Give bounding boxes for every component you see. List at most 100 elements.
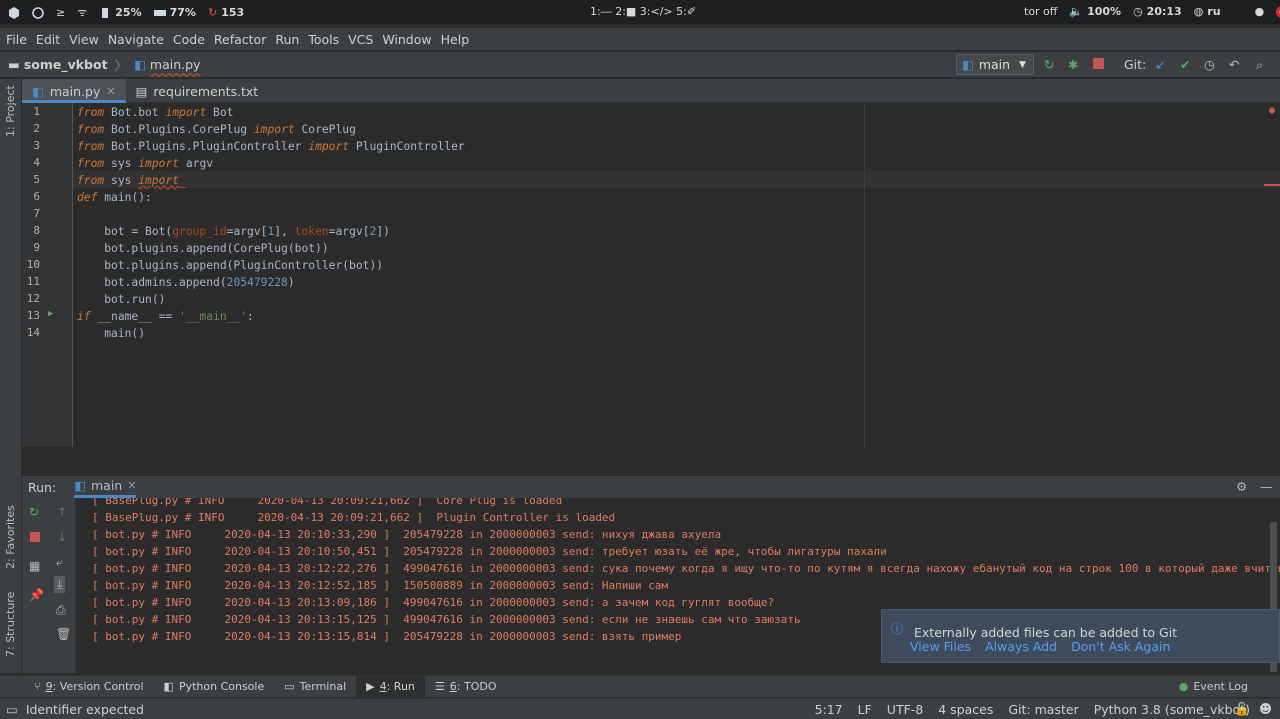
menu-code[interactable]: Code [173,32,205,47]
debug-icon[interactable]: ✱ [1068,57,1082,72]
tab-label: main.py [49,83,101,99]
indent-setting[interactable]: 4 spaces [938,702,993,717]
gear-icon[interactable]: ⚙ [1236,479,1247,494]
minimize-icon[interactable]: — [1260,479,1273,494]
print-icon[interactable]: ⎙ [56,603,66,618]
menu-vcs[interactable]: VCS [348,32,373,47]
arrow-down-icon[interactable]: ↓ [57,530,67,544]
stop-icon[interactable] [1093,57,1107,71]
console-line: [ bot.py # INFO 2020-04-13 20:13:15,814 … [92,630,682,643]
terminal-icon: ▭ [284,680,295,693]
line-number: 1 [33,105,40,118]
menu-refactor[interactable]: Refactor [214,32,266,47]
scroll-to-end-icon[interactable]: ⤓ [54,576,66,593]
code-line: main() [77,327,146,340]
line-number: 4 [33,156,40,169]
git-notification-balloon: ⓘ Externally added files can be added to… [881,609,1280,663]
system-menu-icon[interactable] [8,6,20,19]
caret-position[interactable]: 5:17 [815,702,843,717]
tab-event-log[interactable]: ● Event Log [1169,676,1258,698]
tab-label: requirements.txt [153,83,259,99]
code-line: from Bot.Plugins.CorePlug import CorePlu… [77,123,356,136]
play-icon: ▶ [366,680,375,693]
close-icon[interactable]: ✕ [127,479,136,492]
run-panel-header: Run: ◧ main ✕ ⚙ — [22,476,1280,498]
menu-help[interactable]: Help [441,32,470,47]
notification-badge[interactable]: 46 [1276,5,1280,18]
tab-terminal[interactable]: ▭ Terminal [274,676,356,698]
menu-edit[interactable]: Edit [36,32,60,47]
tab-version-control[interactable]: ⑂ 9: Version Control [24,676,154,698]
stop-icon[interactable] [30,531,40,545]
python-interpreter[interactable]: Python 3.8 (some_vkbot) [1094,702,1250,717]
run-configuration-selector[interactable]: ◧ main ▼ [956,54,1034,75]
tab-requirements-txt[interactable]: ▤ requirements.txt [126,79,269,103]
menu-run[interactable]: Run [275,32,299,47]
python-icon: ◧ [962,57,974,72]
close-icon[interactable]: ✕ [106,85,115,98]
always-add-link[interactable]: Always Add [985,639,1057,654]
editor-tabs: ◧ main.py ✕ ▤ requirements.txt [22,79,1280,103]
code-editor[interactable]: from Bot.bot import Bot from Bot.Plugins… [73,103,1280,447]
inspector-icon[interactable]: ☻ [1259,701,1272,716]
workspace-switcher[interactable]: 1:― 2:■ 3:</> 5:✐ [590,5,696,18]
soft-wrap-icon[interactable]: ⤶ [56,555,63,570]
git-commit-icon[interactable]: ✔ [1180,57,1194,72]
line-number: 11 [26,275,40,288]
menu-tools[interactable]: Tools [308,32,339,47]
tab-todo[interactable]: ☰ 6: TODO [425,676,507,698]
error-stripe-mark[interactable] [1264,184,1280,186]
tab-python-console[interactable]: ◧ Python Console [154,676,275,698]
file-encoding[interactable]: UTF-8 [887,702,923,717]
clock-icon: ◷ [1133,5,1143,18]
rss-icon: ᯤ [77,6,88,19]
terminal-icon[interactable]: ≥ [56,6,65,19]
volume-indicator[interactable]: 🔈 100% [1069,5,1121,18]
menu-view[interactable]: View [69,32,99,47]
git-rollback-icon[interactable]: ↶ [1229,57,1243,72]
pin-icon[interactable]: 📌 [29,588,44,602]
project-tool-tab[interactable]: 1: Project [4,85,17,137]
run-panel-label: Run: [28,479,57,495]
view-files-link[interactable]: View Files [910,639,971,654]
line-number: 5 [33,173,40,186]
list-icon: ☰ [434,680,445,693]
breadcrumb-project[interactable]: some_vkbot [24,57,108,72]
structure-tool-tab[interactable]: 7: Structure [4,592,17,657]
console-line: [ bot.py # INFO 2020-04-13 20:13:09,186 … [92,596,775,609]
code-line: bot.plugins.append(CorePlug(bot)) [77,242,329,255]
favorites-tool-tab[interactable]: 2: Favorites [4,505,17,569]
layout-icon[interactable]: ▦ [29,559,40,573]
rerun-icon[interactable]: ↻ [29,505,39,519]
run-gutter-icon[interactable]: ▶ [48,309,53,319]
tab-main-py[interactable]: ◧ main.py ✕ [22,79,126,103]
menu-navigate[interactable]: Navigate [108,32,164,47]
line-separator[interactable]: LF [858,702,872,717]
breadcrumb-file[interactable]: main.py [150,57,201,72]
rerun-icon[interactable]: ↻ [1044,57,1058,72]
python-icon: ◧ [163,680,174,693]
git-history-icon[interactable]: ◷ [1204,57,1218,72]
python-icon: ◧ [74,478,86,493]
git-branch[interactable]: Git: master [1008,702,1078,717]
run-tab-main[interactable]: ◧ main ✕ [74,476,137,498]
keyboard-layout[interactable]: ◍ ru [1194,5,1221,18]
menu-file[interactable]: File [6,32,27,47]
console-line: [ BasePlug.py # INFO 2020-04-13 20:09:21… [92,498,563,507]
os-top-bar: ≥ ᯤ 25% 77% ↻ 153 1:― 2:■ 3:</> 5:✐ tor o… [0,0,1280,24]
arrow-up-icon[interactable]: ↑ [57,505,67,519]
search-everywhere-icon[interactable]: ⌕ [1256,57,1270,72]
dont-ask-again-link[interactable]: Don't Ask Again [1071,639,1170,654]
line-number: 8 [33,224,40,237]
tab-run[interactable]: ▶ 4: Run [356,675,425,698]
status-bar: ▭ Identifier expected 5:17 LF UTF-8 4 sp… [0,698,1280,719]
menu-window[interactable]: Window [382,32,431,47]
lock-icon[interactable]: 🔓 [1234,701,1250,717]
trash-icon[interactable]: 🗑 [56,627,71,641]
power-icon[interactable] [32,6,44,19]
code-line: if __name__ == '__main__': [77,310,254,323]
panel-toggle-icon[interactable]: ▭ [6,702,18,717]
error-indicator-icon[interactable]: ● [1269,105,1275,116]
night-mode-icon[interactable]: ● [1255,5,1265,18]
git-update-icon[interactable]: ↙ [1155,57,1169,72]
